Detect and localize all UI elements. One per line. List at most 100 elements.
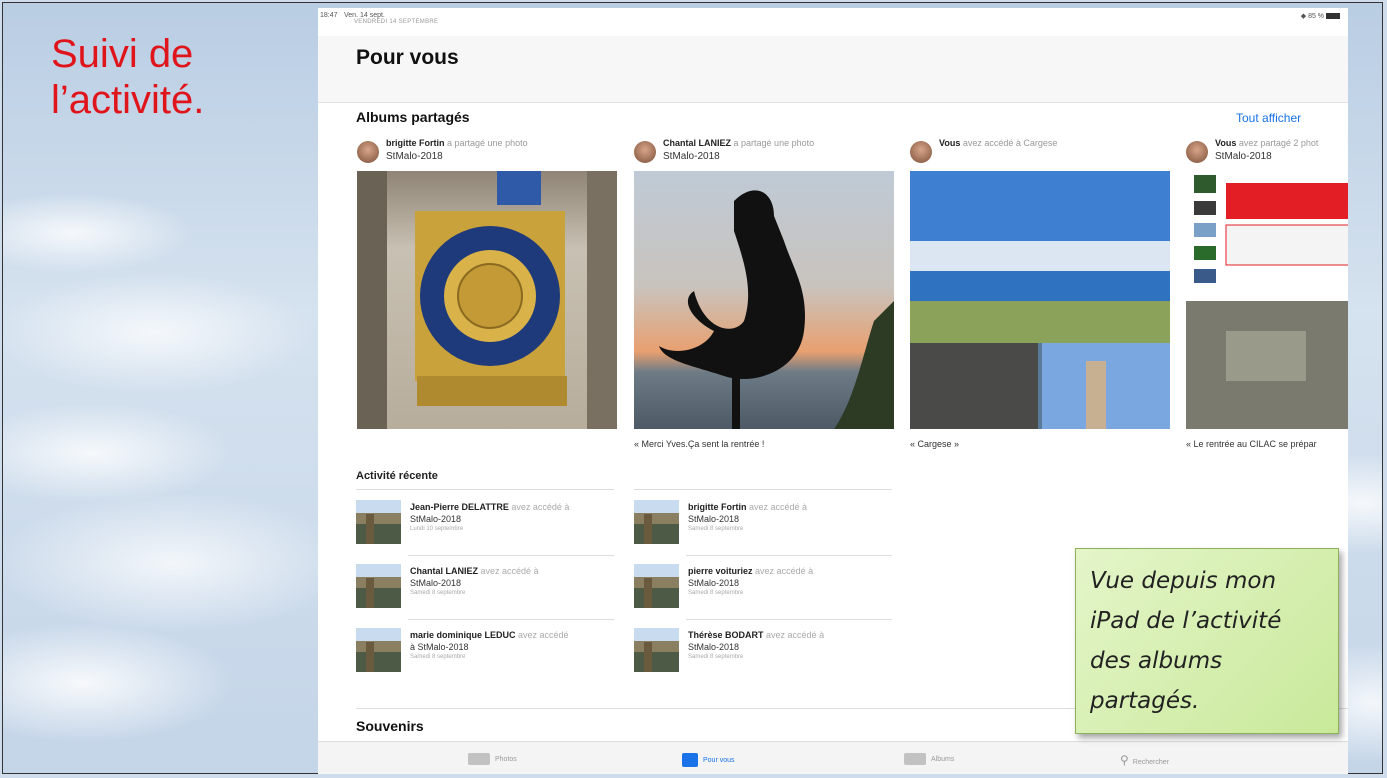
- cargese-image: [910, 171, 1170, 429]
- activity-action: avez accédé à: [766, 630, 825, 640]
- tab-label: Pour vous: [703, 756, 735, 764]
- status-bar: 18:47 Ven. 14 sept. VENDREDI 14 SEPTEMBR…: [318, 8, 1348, 36]
- note-line1: Vue depuis mon: [1090, 568, 1277, 594]
- battery-indicator: ◆ 85 %: [1301, 12, 1340, 20]
- album-user: brigitte Fortin: [386, 138, 445, 148]
- tab-label: Albums: [931, 755, 955, 763]
- activity-album: à StMalo-2018: [410, 642, 469, 652]
- header: [318, 36, 1348, 103]
- album-caption: « Le rentrée au CILAC se prépar: [1186, 439, 1317, 449]
- album-photo-cargese[interactable]: [910, 171, 1170, 429]
- activity-item[interactable]: Thérèse BODART avez accédé à StMalo-2018…: [634, 628, 892, 678]
- search-icon: ⚲: [1120, 753, 1129, 767]
- activity-album: StMalo-2018: [410, 578, 462, 588]
- activity-user: pierre voituriez: [688, 566, 753, 576]
- battery-level: 85 %: [1308, 13, 1325, 20]
- avatar: [910, 141, 932, 163]
- activity-item[interactable]: pierre voituriez avez accédé à StMalo-20…: [634, 564, 892, 614]
- tab-photos[interactable]: Photos: [468, 753, 517, 765]
- callout-note: Vue depuis mon iPad de l’activité des al…: [1075, 548, 1339, 734]
- activity-user: Jean-Pierre DELATTRE: [410, 502, 509, 512]
- activity-user: Chantal LANIEZ: [410, 566, 479, 576]
- page-title: Pour vous: [356, 46, 459, 69]
- album-photo-rooster[interactable]: [634, 171, 894, 429]
- album-name[interactable]: StMalo-2018: [663, 151, 720, 162]
- divider: [408, 555, 614, 556]
- tab-albums[interactable]: Albums: [904, 753, 954, 765]
- activity-user: brigitte Fortin: [688, 502, 747, 512]
- album-action: a partagé une photo: [733, 138, 815, 148]
- activity-action: avez accédé à: [511, 502, 570, 512]
- status-date: Ven. 14 sept.: [344, 12, 385, 19]
- activity-album: StMalo-2018: [688, 642, 740, 652]
- albums-icon: [904, 753, 926, 765]
- activity-item[interactable]: Jean-Pierre DELATTRE avez accédé à StMal…: [356, 500, 614, 550]
- note-line2: iPad de l’activité: [1090, 608, 1282, 634]
- divider: [686, 555, 892, 556]
- activity-album: StMalo-2018: [410, 514, 462, 524]
- avatar: [1186, 141, 1208, 163]
- activity-user: marie dominique LEDUC: [410, 630, 516, 640]
- slide-title-line1: Suivi de: [51, 32, 194, 76]
- album-action: a partagé une photo: [447, 138, 528, 148]
- souvenirs-title: Souvenirs: [356, 718, 424, 734]
- shared-albums-title: Albums partagés: [356, 109, 470, 125]
- activity-item[interactable]: Chantal LANIEZ avez accédé à StMalo-2018…: [356, 564, 614, 614]
- album-photo-clock[interactable]: [357, 171, 617, 429]
- activity-album: StMalo-2018: [688, 514, 740, 524]
- for-you-icon: [682, 753, 698, 767]
- divider: [686, 619, 892, 620]
- divider: [408, 619, 614, 620]
- avatar: [634, 141, 656, 163]
- album-action: avez accédé à Cargese: [962, 138, 1058, 148]
- activity-date: Samedi 8 septembre: [688, 654, 744, 660]
- album-name[interactable]: StMalo-2018: [386, 151, 443, 162]
- activity-user: Thérèse BODART: [688, 630, 764, 640]
- rooster-image: [659, 190, 894, 429]
- clock-image: [357, 171, 617, 429]
- activity-item[interactable]: marie dominique LEDUC avez accédé à StMa…: [356, 628, 614, 678]
- tab-bar: Photos Pour vous Albums ⚲ Rechercher: [318, 741, 1348, 774]
- note-line4: partagés.: [1090, 688, 1200, 714]
- photos-icon: [468, 753, 490, 765]
- activity-thumbnail: [634, 628, 679, 672]
- slide-title: Suivi de l’activité.: [51, 31, 204, 123]
- activity-date: Samedi 8 septembre: [688, 526, 744, 532]
- album-photo-cilac[interactable]: [1186, 171, 1348, 429]
- activity-date: Samedi 8 septembre: [410, 590, 466, 596]
- activity-date: Samedi 8 septembre: [410, 654, 466, 660]
- slide-title-line2: l’activité.: [51, 78, 205, 122]
- album-caption: « Cargese »: [910, 439, 960, 449]
- activity-thumbnail: [634, 500, 679, 544]
- activity-item[interactable]: brigitte Fortin avez accédé à StMalo-201…: [634, 500, 892, 550]
- activity-action: avez accédé à: [749, 502, 808, 512]
- activity-action: avez accédé à: [480, 566, 539, 576]
- tab-label: Rechercher: [1132, 759, 1169, 766]
- album-action: avez partagé 2 phot: [1238, 138, 1319, 148]
- wifi-icon: ◆: [1300, 13, 1309, 20]
- album-user: Vous: [1215, 138, 1237, 148]
- tab-label: Photos: [495, 755, 517, 763]
- divider: [634, 489, 892, 490]
- activity-thumbnail: [356, 564, 401, 608]
- album-caption: « Merci Yves.Ça sent la rentrée !: [634, 439, 765, 449]
- show-all-link[interactable]: Tout afficher: [1236, 111, 1301, 125]
- album-name[interactable]: StMalo-2018: [1215, 151, 1272, 162]
- divider: [356, 489, 614, 490]
- album-user: Vous: [939, 138, 961, 148]
- activity-album: StMalo-2018: [688, 578, 740, 588]
- album-user: Chantal LANIEZ: [663, 138, 732, 148]
- activity-date: Samedi 8 septembre: [688, 590, 744, 596]
- recent-activity-title: Activité récente: [356, 470, 438, 482]
- activity-action: avez accédé: [518, 630, 569, 640]
- battery-icon: [1326, 13, 1340, 20]
- activity-thumbnail: [634, 564, 679, 608]
- tab-pour-vous[interactable]: Pour vous: [682, 753, 735, 767]
- activity-thumbnail: [356, 500, 401, 544]
- cilac-image: [1186, 175, 1348, 429]
- activity-date: Lundi 10 septembre: [410, 526, 464, 532]
- status-date-long: VENDREDI 14 SEPTEMBRE: [354, 19, 439, 25]
- avatar: [357, 141, 379, 163]
- activity-thumbnail: [356, 628, 401, 672]
- tab-rechercher[interactable]: ⚲ Rechercher: [1120, 753, 1169, 767]
